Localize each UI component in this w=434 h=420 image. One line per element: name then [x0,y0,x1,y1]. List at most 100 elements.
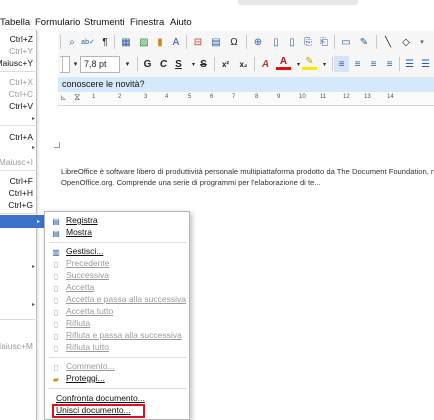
menu-formulario[interactable]: Formulario [35,17,80,28]
submenu-item-gestisci[interactable]: ▥ Gestisci... [45,246,191,258]
menu-shortcut[interactable]: Maiusc+Y [0,58,33,68]
separator [376,35,377,49]
line-icon[interactable]: ╲ [380,34,396,50]
align-right-icon[interactable]: ≡ [366,56,381,72]
separator [60,35,61,49]
submenu-item-rifiuta-successiva[interactable]: ▯ Rifiuta e passa alla successiva [45,330,191,342]
clear-formatting-icon[interactable]: A [258,56,273,72]
track-changes-icon[interactable]: ✎ [356,34,372,50]
tab-stop-icon[interactable]: ⊾ [60,93,67,102]
accept-next-icon: ▯ [53,295,59,305]
submenu-item-accetta-successiva[interactable]: ▯ Accetta e passa alla successiva [45,294,191,306]
separator [114,35,115,49]
align-left-icon[interactable]: ≡ [334,56,349,72]
submenu-item-rifiuta[interactable]: ▯ Rifiuta [45,318,191,330]
menu-shortcut[interactable]: Ctrl+H [9,188,33,198]
chevron-down-icon[interactable]: ▾ [317,56,332,72]
submenu-item-label: Registra [66,215,98,225]
menu-shortcut[interactable]: Ctrl+C [9,89,33,99]
menu-shortcut[interactable]: Ctrl+F [10,176,33,186]
comment-icon[interactable]: ▭ [338,34,354,50]
document-text-line[interactable]: OpenOffice.org. Comprende una serie di p… [61,178,434,187]
font-color-icon[interactable]: A [276,56,291,70]
textbox-icon[interactable]: A [168,34,184,50]
shapes-icon[interactable]: ◇ [398,34,414,50]
menu-separator [49,388,187,389]
cross-reference-icon[interactable]: ⎗ [316,34,332,50]
font-size-field[interactable]: 7,8 pt [80,56,120,73]
indent-marker-icon[interactable]: ⧖ [74,92,80,103]
submenu-item-label: Rifiuta tutto [66,342,109,352]
separator [399,57,400,71]
bookmark-icon[interactable]: ⎘ [300,34,316,50]
submenu-arrow-icon: ▸ [36,219,40,225]
table-icon[interactable]: ▦ [118,34,134,50]
menu-aiuto[interactable]: Aiuto [170,17,192,28]
submenu-item-mostra[interactable]: ▤ Mostra [45,227,191,239]
menu-shortcut[interactable]: Ctrl+Z [10,34,33,44]
menu-separator [49,357,187,358]
search-bar[interactable] [238,0,358,5]
align-center-icon[interactable]: ≡ [350,56,365,72]
horizontal-ruler[interactable]: ⊾ ⧖ 1 2 3 4 5 6 7 8 9 10 11 12 13 14 [58,92,434,106]
chart-icon[interactable]: ▮ [152,34,168,50]
submenu-item-registra[interactable]: ▤ Registra [45,215,191,227]
footnote-icon[interactable]: ▯ [268,34,284,50]
menu-strumenti[interactable]: Strumenti [84,17,125,28]
separator [214,57,215,71]
submenu-item-label: Accetta [66,282,95,292]
menu-finestra[interactable]: Finestra [130,17,164,28]
document-text-line[interactable]: LibreOffice è software libero di produtt… [61,167,434,176]
submenu-item-precedente[interactable]: ▯ Precedente [45,258,191,270]
submenu-item-successiva[interactable]: ▯ Successiva [45,270,191,282]
justify-icon[interactable]: ≡ [382,56,397,72]
find-replace-icon[interactable]: ⌕ [64,34,80,50]
field-icon[interactable]: ▤ [208,34,224,50]
underline-button[interactable]: S [171,56,186,72]
subscript-button[interactable]: x₂ [236,56,251,72]
page-break-icon[interactable]: ⊟ [190,34,206,50]
hyperlink-icon[interactable]: ⊕ [250,34,266,50]
special-character-icon[interactable]: Ω [226,34,242,50]
menu-shortcut[interactable]: Maiusc+M [0,341,33,351]
submenu-item-label: Gestisci... [66,246,104,256]
spacer [62,56,70,73]
strikethrough-button[interactable]: S [196,56,211,72]
submenu-item-accetta-tutto[interactable]: ▯ Accetta tutto [45,306,191,318]
numbered-list-icon[interactable]: ☰ [418,56,433,72]
highlight-color-icon[interactable]: ✎ [302,56,317,70]
menu-item-track-changes-highlighted[interactable]: ▸ [0,215,44,228]
bullet-list-icon[interactable]: ☰ [402,56,417,72]
submenu-arrow-icon: ▸ [31,264,35,270]
menu-shortcut[interactable]: Ctrl+X [9,77,33,87]
submenu-item-label: Mostra [66,227,92,237]
chevron-down-icon[interactable]: ▾ [120,56,135,72]
submenu-arrow-icon: ▸ [31,145,35,151]
ruler-number: 9 [277,94,281,100]
menu-shortcut[interactable]: Ctrl+A [9,132,33,142]
submenu-item-accetta[interactable]: ▯ Accetta [45,282,191,294]
menu-shortcut[interactable]: Ctrl+G [8,200,33,210]
submenu-item-commento[interactable]: ▯ Commento... [45,361,191,373]
submenu-item-proteggi[interactable]: ▰ Proteggi... [45,373,191,385]
menu-shortcut[interactable]: Maiusc+I [0,157,33,167]
bold-button[interactable]: G [140,56,155,72]
ruler-number: 14 [387,94,394,100]
reject-next-icon: ▯ [53,331,59,341]
menu-shortcut[interactable]: Ctrl+Y [9,46,33,56]
manage-icon: ▥ [52,247,60,257]
spelling-icon[interactable]: ab✓ [80,34,96,50]
chevron-down-icon[interactable]: ▾ [414,34,430,50]
submenu-item-rifiuta-tutto[interactable]: ▯ Rifiuta tutto [45,342,191,354]
submenu-item-label: Accetta tutto [66,306,114,316]
superscript-button[interactable]: x² [218,56,233,72]
submenu-item-label: Proteggi... [66,373,105,383]
endnote-icon[interactable]: ▯ [284,34,300,50]
menu-tabella[interactable]: Tabella [0,17,30,28]
menu-shortcut[interactable]: Ctrl+V [9,101,33,111]
italic-button[interactable]: C [156,56,171,72]
highlight-callout-box [52,404,145,418]
image-icon[interactable]: ▨ [136,34,152,50]
submenu-item-label: Accetta e passa alla successiva [66,294,187,304]
formatting-marks-icon[interactable]: ¶ [97,34,113,50]
